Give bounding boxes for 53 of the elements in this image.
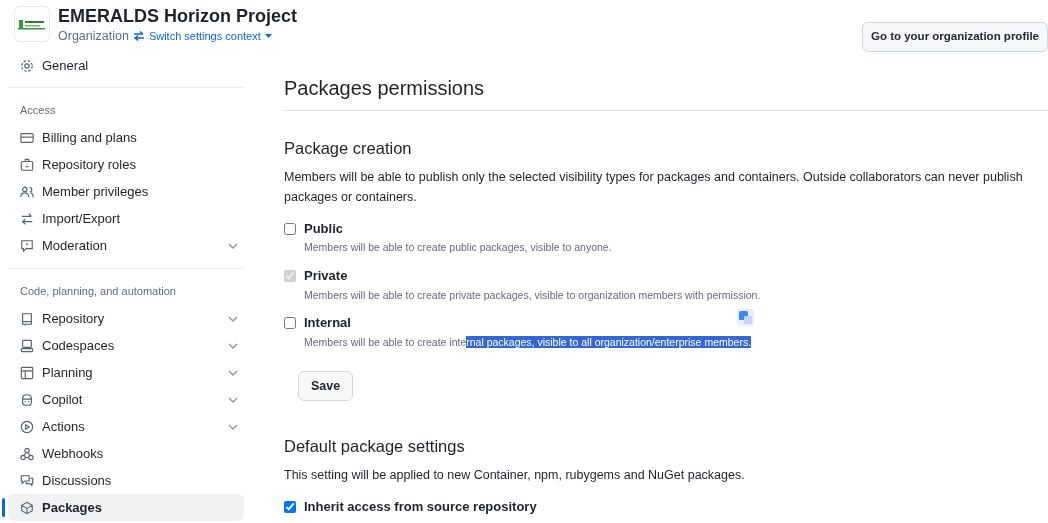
- checkbox[interactable]: [284, 317, 296, 330]
- option-label: Internal: [304, 314, 351, 333]
- option-label: Private: [304, 267, 348, 286]
- sidebar-item[interactable]: Codespaces: [8, 332, 244, 359]
- section-heading: Code, planning, and automation: [19, 283, 177, 299]
- sidebar-item[interactable]: Webhooks: [8, 440, 244, 467]
- section-title: Default package settings: [284, 437, 466, 458]
- checkbox[interactable]: [284, 222, 296, 235]
- option-description: Members will be able to create public packages, visible to anyone.: [304, 240, 613, 256]
- sidebar-item[interactable]: Billing and plans: [8, 124, 244, 152]
- switch-context-link[interactable]: Switch settings context: [148, 28, 261, 45]
- page-title: Packages permissions: [284, 52, 1048, 111]
- sidebar-item[interactable]: Discussions: [8, 467, 244, 494]
- section-heading: Access: [19, 103, 57, 118]
- comments-icon: [20, 473, 34, 488]
- arrows-icon: [20, 212, 34, 226]
- table-icon: [20, 365, 34, 380]
- switch-icon: [132, 30, 145, 43]
- organization-name: EMERALDS Horizon Project: [58, 6, 298, 27]
- organization-label: Organization: [58, 28, 129, 45]
- copilot-icon: [20, 392, 34, 407]
- sidebar-item[interactable]: Planning: [8, 359, 244, 386]
- package-icon: [20, 500, 34, 515]
- id-badge-icon: [20, 158, 34, 172]
- section-title: Package creation: [284, 139, 413, 159]
- webhook-icon: [20, 446, 34, 461]
- sidebar-item[interactable]: Actions: [8, 413, 244, 440]
- option-description: Members will be able to create private packages, visible to organization members with permission.: [304, 287, 762, 303]
- option-description: Members will be able to create internal packages, visible to all organization/enterprise members.: [304, 334, 753, 350]
- play-icon: [20, 419, 34, 434]
- organization-logo: [14, 6, 50, 42]
- sidebar-item[interactable]: Repository roles: [8, 151, 244, 179]
- gear-icon: [20, 58, 34, 73]
- section-description: This setting will be applied to new Container, npm, rubygems and NuGet packages.: [284, 467, 746, 485]
- report-icon: [20, 239, 34, 253]
- sidebar-item[interactable]: Copilot: [8, 386, 244, 413]
- translate-icon[interactable]: [737, 309, 754, 326]
- option-label: Public: [304, 219, 343, 238]
- credit-card-icon: [20, 131, 34, 145]
- sidebar-item[interactable]: Member privileges: [8, 178, 244, 206]
- sidebar-item[interactable]: General: [8, 52, 244, 79]
- codespaces-icon: [20, 338, 34, 353]
- people-icon: [20, 185, 34, 199]
- sidebar-item[interactable]: Repository: [8, 305, 244, 332]
- organization-profile-button[interactable]: Go to your organization profile: [861, 22, 1048, 52]
- checkbox[interactable]: [284, 500, 296, 513]
- sidebar-item[interactable]: Moderation: [8, 232, 244, 260]
- caret-icon: [264, 33, 272, 39]
- section-description: Members will be able to publish only the selected visibility types for packages and containers. Outside collaborators can never publish packages or containers.: [284, 168, 1024, 206]
- sidebar-item[interactable]: Import/Export: [8, 205, 244, 233]
- save-button[interactable]: Save: [298, 370, 354, 402]
- repository-icon: [20, 311, 34, 326]
- option-label: Inherit access from source repository: [304, 498, 537, 517]
